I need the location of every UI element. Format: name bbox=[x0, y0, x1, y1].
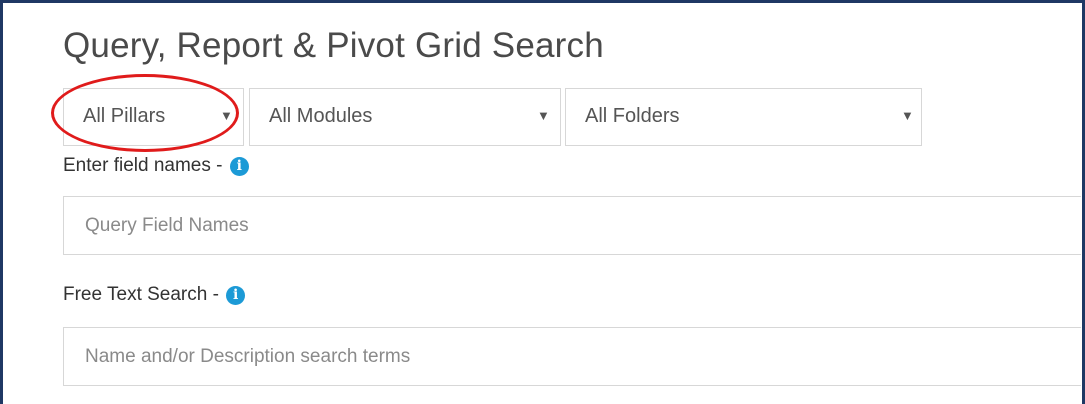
folders-select-value: All Folders bbox=[585, 105, 680, 127]
modules-select-value: All Modules bbox=[269, 105, 373, 127]
free-text-label-text: Free Text Search - bbox=[63, 284, 225, 305]
folders-select[interactable]: All Folders ▼ bbox=[565, 88, 922, 146]
info-icon[interactable]: i bbox=[229, 157, 249, 176]
field-names-label-text: Enter field names - bbox=[63, 155, 228, 176]
field-names-input[interactable] bbox=[63, 196, 1081, 255]
pillars-select[interactable]: All Pillars ▼ bbox=[63, 88, 244, 146]
modules-select[interactable]: All Modules ▼ bbox=[249, 88, 561, 146]
field-names-label: Enter field names - i bbox=[63, 155, 249, 177]
caret-down-icon: ▼ bbox=[537, 108, 550, 123]
free-text-label: Free Text Search - i bbox=[63, 284, 246, 306]
pillars-select-value: All Pillars bbox=[83, 105, 166, 127]
caret-down-icon: ▼ bbox=[220, 108, 233, 123]
free-text-search-input[interactable] bbox=[63, 327, 1081, 386]
caret-down-icon: ▼ bbox=[901, 108, 914, 123]
page-title: Query, Report & Pivot Grid Search bbox=[63, 26, 604, 65]
info-icon[interactable]: i bbox=[226, 286, 246, 305]
